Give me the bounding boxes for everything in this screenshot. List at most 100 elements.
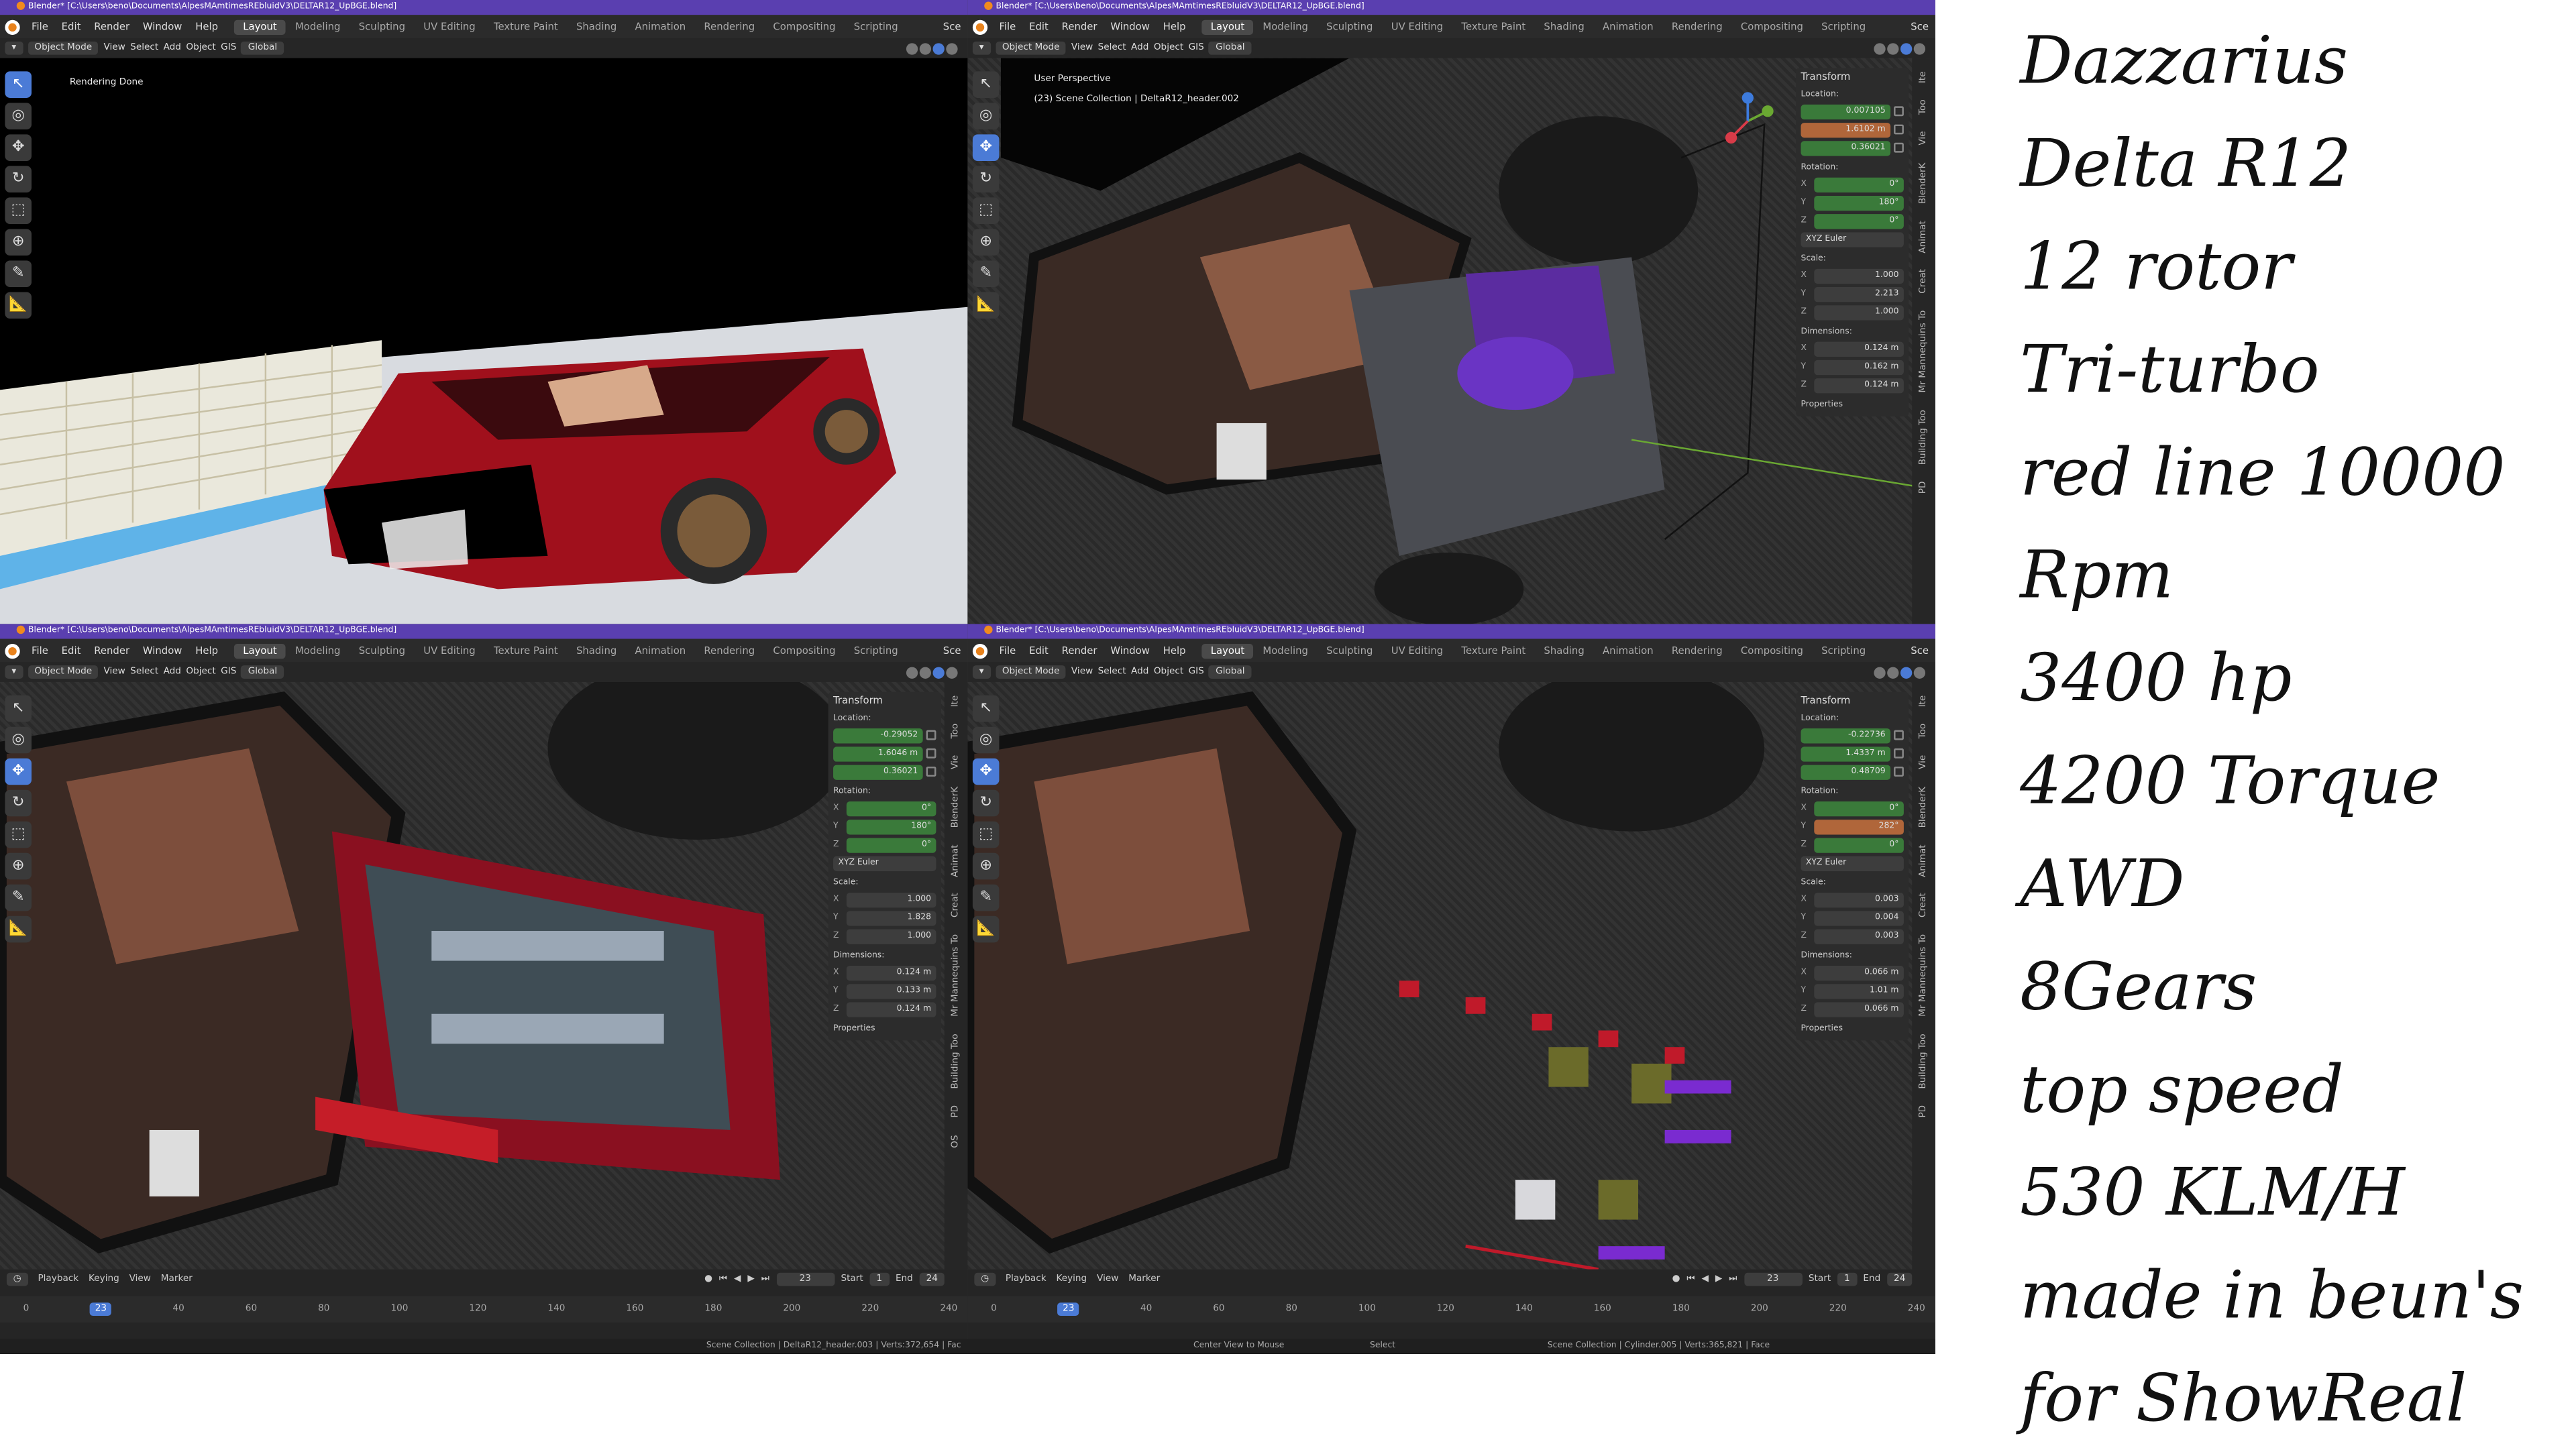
sidebar-tab-animation[interactable]: Animat <box>1919 221 1929 254</box>
record-icon[interactable]: ● <box>704 1274 712 1284</box>
material-shading-icon[interactable] <box>1900 666 1913 678</box>
sidebar-tab-building[interactable]: Building Too <box>1919 410 1929 465</box>
move-tool-icon[interactable]: ✥ <box>5 758 32 785</box>
dimension-z-field[interactable]: 0.124 m <box>1814 377 1904 393</box>
sidebar-tab-os[interactable]: OS <box>951 1135 961 1148</box>
menu-file[interactable]: File <box>25 645 55 656</box>
sidebar-tab-building[interactable]: Building Too <box>951 1034 961 1088</box>
cursor-tool-icon[interactable]: ◎ <box>972 103 1000 129</box>
menu-edit[interactable]: Edit <box>1022 645 1055 656</box>
scene-selector[interactable]: Sce <box>936 645 968 656</box>
transform-tool-icon[interactable]: ⊕ <box>5 852 32 880</box>
tab-layout[interactable]: Layout <box>1202 643 1253 659</box>
sidebar-tab-create[interactable]: Creat <box>1919 893 1929 918</box>
select-menu[interactable]: Select <box>130 43 158 53</box>
material-shading-icon[interactable] <box>932 42 945 54</box>
material-shading-icon[interactable] <box>932 666 945 678</box>
tab-sculpting[interactable]: Sculpting <box>350 19 413 34</box>
menu-file[interactable]: File <box>25 21 55 32</box>
view-menu[interactable]: View <box>1071 667 1093 677</box>
view-menu[interactable]: View <box>103 43 125 53</box>
dimension-z-field[interactable]: 0.124 m <box>846 1001 936 1017</box>
sidebar-tab-blenderkit[interactable]: BlenderK <box>1919 162 1929 204</box>
lock-icon[interactable] <box>1894 142 1904 153</box>
transform-tool-icon[interactable]: ⊕ <box>972 852 1000 880</box>
sidebar-tab-tool[interactable]: Too <box>1919 724 1929 739</box>
playhead-frame[interactable]: 23 <box>1057 1302 1079 1317</box>
jump-start-icon[interactable]: ⏮ <box>1686 1274 1695 1285</box>
select-box-tool-icon[interactable]: ↖ <box>5 71 32 98</box>
select-box-tool-icon[interactable]: ↖ <box>972 695 1000 722</box>
sidebar-tab-tool[interactable]: Too <box>951 724 961 739</box>
scale-tool-icon[interactable]: ⬚ <box>5 197 32 225</box>
sidebar-tab-mannequins[interactable]: Mr Mannequins To <box>1919 935 1929 1017</box>
location-y-field[interactable]: 1.4337 m <box>1801 746 1891 761</box>
properties-header[interactable]: Properties <box>833 1024 936 1034</box>
play-icon[interactable]: ▶ <box>1715 1274 1722 1284</box>
orientation-dropdown[interactable]: Global <box>241 41 284 55</box>
solid-shading-icon[interactable] <box>1887 666 1899 678</box>
navigation-gizmo[interactable] <box>1718 91 1778 151</box>
keying-menu[interactable]: Keying <box>89 1274 119 1284</box>
dimension-x-field[interactable]: 0.066 m <box>1814 964 1904 981</box>
tab-modeling[interactable]: Modeling <box>287 19 349 34</box>
rotation-z-field[interactable]: 0° <box>846 837 936 852</box>
tab-compositing[interactable]: Compositing <box>765 643 844 658</box>
tab-animation[interactable]: Animation <box>1595 643 1662 658</box>
scale-y-field[interactable]: 2.213 <box>1814 286 1904 302</box>
rendered-shading-icon[interactable] <box>946 42 958 54</box>
tab-rendering[interactable]: Rendering <box>1663 643 1731 658</box>
transform-header[interactable]: Transform <box>833 695 936 707</box>
rotate-tool-icon[interactable]: ↻ <box>972 789 1000 817</box>
scene-selector[interactable]: Sce <box>1904 21 1935 32</box>
dimension-y-field[interactable]: 1.01 m <box>1814 983 1904 999</box>
rotation-z-field[interactable]: 0° <box>1814 213 1904 229</box>
lock-icon[interactable] <box>1894 124 1904 135</box>
rotate-tool-icon[interactable]: ↻ <box>5 166 32 193</box>
tab-modeling[interactable]: Modeling <box>287 643 349 658</box>
wireframe-shading-icon[interactable] <box>1874 666 1886 678</box>
menu-edit[interactable]: Edit <box>55 21 88 32</box>
tab-compositing[interactable]: Compositing <box>1733 643 1812 658</box>
blender-logo-icon[interactable] <box>972 19 988 34</box>
menu-help[interactable]: Help <box>1157 645 1193 656</box>
select-box-tool-icon[interactable]: ↖ <box>972 71 1000 98</box>
cursor-tool-icon[interactable]: ◎ <box>972 726 1000 754</box>
rotation-y-field[interactable]: 282° <box>1814 819 1904 834</box>
scale-z-field[interactable]: 0.003 <box>1814 928 1904 944</box>
dimension-x-field[interactable]: 0.124 m <box>846 964 936 981</box>
location-z-field[interactable]: 0.36021 <box>1801 140 1891 156</box>
editor-type-button[interactable]: ▾ <box>5 665 23 679</box>
sidebar-tab-blenderkit[interactable]: BlenderK <box>1919 787 1929 828</box>
properties-header[interactable]: Properties <box>1801 400 1904 410</box>
editor-type-button[interactable]: ▾ <box>972 41 991 55</box>
transform-tool-icon[interactable]: ⊕ <box>5 229 32 256</box>
scale-tool-icon[interactable]: ⬚ <box>972 197 1000 225</box>
tab-shading[interactable]: Shading <box>568 19 625 34</box>
render-viewport[interactable]: Rendering Done ↖ ◎ ✥ ↻ ⬚ ⊕ ✎ 📐 <box>0 58 968 626</box>
tab-texture-paint[interactable]: Texture Paint <box>1453 643 1534 658</box>
jump-end-icon[interactable]: ⏭ <box>1729 1274 1737 1285</box>
end-frame-field[interactable]: 24 <box>1887 1272 1913 1286</box>
add-menu[interactable]: Add <box>164 43 181 53</box>
view-menu[interactable]: View <box>103 667 125 677</box>
sidebar-tab-item[interactable]: Ite <box>1919 695 1929 708</box>
location-x-field[interactable]: -0.29052 <box>833 727 923 743</box>
sidebar-tab-mannequins[interactable]: Mr Mannequins To <box>1919 311 1929 394</box>
select-box-tool-icon[interactable]: ↖ <box>5 695 32 722</box>
rotation-y-field[interactable]: 180° <box>846 819 936 834</box>
gis-menu[interactable]: GIS <box>1189 43 1204 53</box>
menu-help[interactable]: Help <box>1157 21 1193 32</box>
wireframe-shading-icon[interactable] <box>1874 42 1886 54</box>
move-tool-icon[interactable]: ✥ <box>972 758 1000 785</box>
orientation-dropdown[interactable]: Global <box>1209 665 1252 679</box>
object-menu[interactable]: Object <box>186 667 215 677</box>
annotate-tool-icon[interactable]: ✎ <box>5 884 32 911</box>
playback-menu[interactable]: Playback <box>38 1274 78 1284</box>
menu-file[interactable]: File <box>993 21 1023 32</box>
timeline-view-menu[interactable]: View <box>1097 1274 1118 1284</box>
cursor-tool-icon[interactable]: ◎ <box>5 726 32 754</box>
sidebar-tab-animation[interactable]: Animat <box>1919 844 1929 877</box>
wireframe-shading-icon[interactable] <box>906 42 918 54</box>
tab-scripting[interactable]: Scripting <box>845 19 906 34</box>
